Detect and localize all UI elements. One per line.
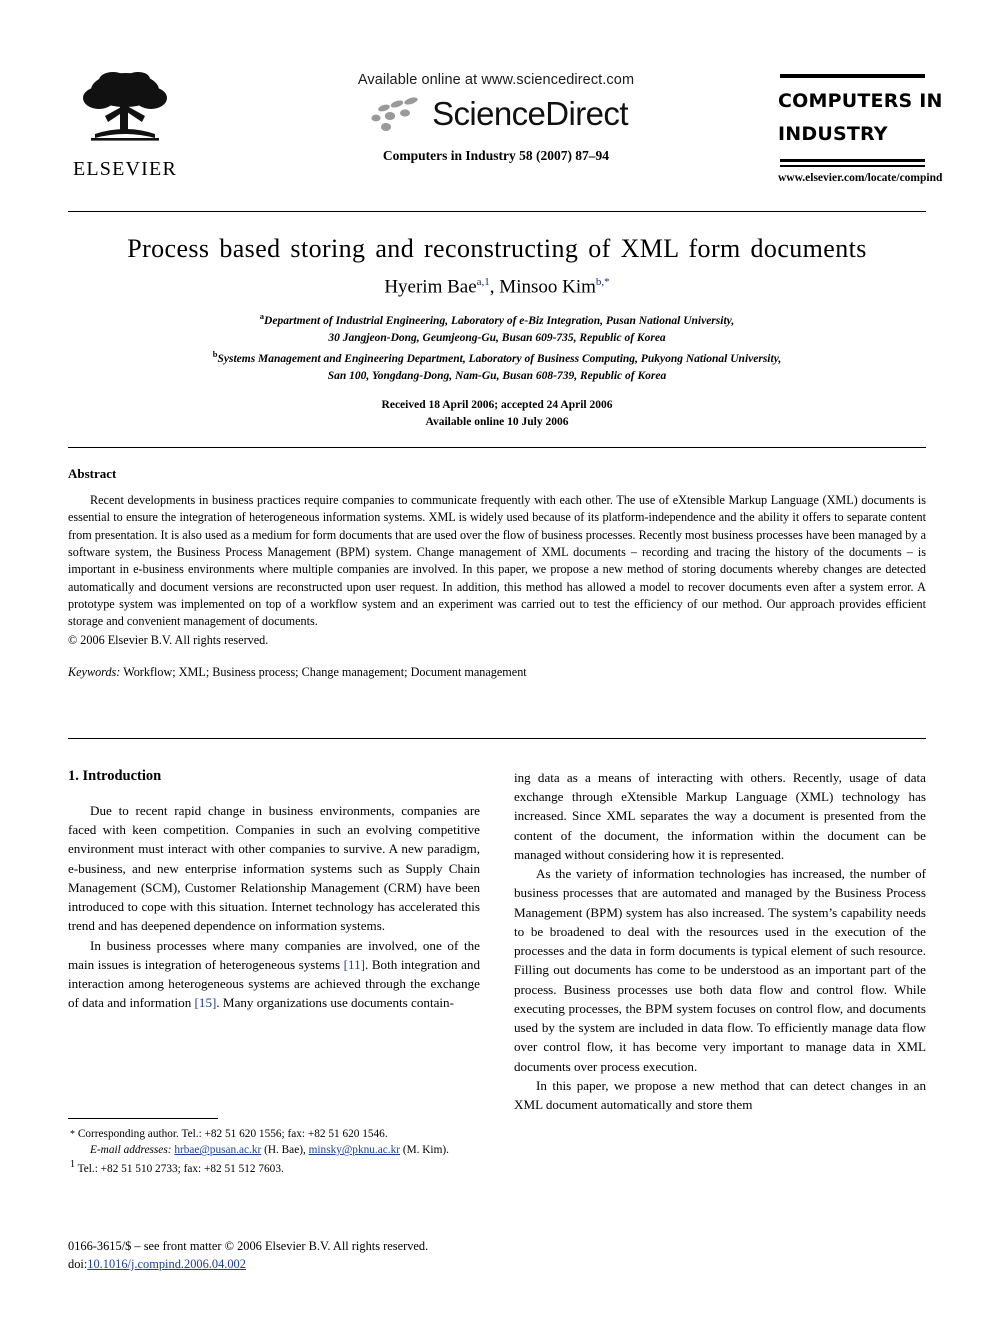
- footnote-corresponding-author: * Corresponding author. Tel.: +82 51 620…: [70, 1128, 388, 1140]
- title-abstract-divider: [68, 447, 926, 448]
- issn-front-matter-line: 0166-3615/$ – see front matter © 2006 El…: [68, 1239, 429, 1253]
- page-title: Process based storing and reconstructing…: [127, 234, 867, 263]
- author-name-2: Minsoo Kim: [499, 276, 596, 298]
- email-link-1[interactable]: hrbae@pusan.ac.kr: [174, 1144, 261, 1156]
- abstract-copyright: © 2006 Elsevier B.V. All rights reserved…: [68, 632, 269, 647]
- affiliation-a-line2: 30 Jangjeon-Dong, Geumjeong-Gu, Busan 60…: [328, 332, 666, 345]
- abstract-section: Abstract Recent developments in business…: [68, 466, 926, 680]
- sciencedirect-swoosh-icon: [364, 94, 426, 134]
- abstract-heading: Abstract: [68, 466, 117, 481]
- doi-link[interactable]: 10.1016/j.compind.2006.04.002: [87, 1257, 246, 1271]
- sciencedirect-wordmark: ScienceDirect: [432, 95, 628, 132]
- citation-ref[interactable]: [15]: [195, 995, 217, 1010]
- column-right: ing data as a means of interacting with …: [514, 768, 926, 1114]
- keywords-line: Keywords: Workflow; XML; Business proces…: [68, 665, 926, 680]
- asterisk-icon: *: [70, 1129, 75, 1140]
- doi-line: doi:10.1016/j.compind.2006.04.002: [68, 1256, 548, 1274]
- journal-article-page: ELSEVIER Available online at www.science…: [0, 0, 992, 1323]
- affiliation-b-line2: San 100, Yongdang-Dong, Nam-Gu, Busan 60…: [327, 369, 667, 382]
- paragraph: In business processes where many compani…: [68, 937, 480, 1011]
- keywords-label: Keywords:: [68, 664, 121, 679]
- publication-dates: Received 18 April 2006; accepted 24 Apri…: [68, 397, 926, 430]
- author-marks-1: a,1: [476, 276, 490, 288]
- abstract-body-divider: [68, 738, 926, 739]
- paragraph: Due to recent rapid change in business e…: [68, 803, 480, 934]
- abstract-body: Recent developments in business practice…: [68, 493, 926, 629]
- elsevier-tree-icon: [75, 66, 175, 156]
- column-left: 1. Introduction Due to recent rapid chan…: [68, 768, 480, 1013]
- sciencedirect-block: Available online at www.sciencedirect.co…: [276, 72, 716, 164]
- footnote-telephone: 1 Tel.: +82 51 510 2733; fax: +82 51 512…: [70, 1159, 284, 1175]
- keywords-value: Workflow; XML; Business process; Change …: [123, 664, 527, 679]
- journal-logo-top-rule: [780, 74, 925, 78]
- paragraph: As the variety of information technologi…: [514, 866, 926, 1074]
- journal-citation-line: Computers in Industry 58 (2007) 87–94: [382, 148, 610, 163]
- journal-logo-line-1: COMPUTERS IN: [778, 90, 943, 112]
- imprint-block: 0166-3615/$ – see front matter © 2006 El…: [68, 1238, 548, 1274]
- available-online-line: Available online 10 July 2006: [425, 415, 569, 428]
- title-block: Process based storing and reconstructing…: [68, 234, 926, 430]
- footnote-rule: [68, 1118, 218, 1119]
- author-name-1: Hyerim Bae: [384, 276, 477, 298]
- masthead: ELSEVIER Available online at www.science…: [0, 0, 992, 212]
- available-online-text: Available online at www.sciencedirect.co…: [357, 72, 635, 88]
- affiliation-a-line1: aDepartment of Industrial Engineering, L…: [259, 311, 735, 328]
- doi-label: doi:: [68, 1256, 88, 1271]
- footnotes-block: * Corresponding author. Tel.: +82 51 620…: [68, 1118, 480, 1177]
- journal-logo: COMPUTERS IN INDUSTRY www.elsevier.com/l…: [778, 74, 943, 184]
- footnote-mark-1: 1: [70, 1159, 75, 1171]
- author-separator: ,: [489, 276, 500, 298]
- email-owner-1: (H. Bae),: [264, 1144, 306, 1157]
- journal-logo-line-2: INDUSTRY: [778, 123, 888, 146]
- elsevier-wordmark: ELSEVIER: [72, 158, 178, 180]
- journal-url: www.elsevier.com/locate/compind: [778, 171, 943, 184]
- masthead-divider: [68, 211, 926, 212]
- email-owner-2: (M. Kim).: [402, 1144, 449, 1157]
- email-addresses-label: E-mail addresses:: [90, 1144, 172, 1157]
- author-list: Hyerim Baea,1, Minsoo Kimb,*: [68, 276, 926, 298]
- citation-ref[interactable]: [11]: [344, 957, 365, 972]
- section-heading-introduction: 1. Introduction: [68, 768, 162, 784]
- affiliation-b-line1: bSystems Management and Engineering Depa…: [212, 348, 782, 365]
- affiliations: aDepartment of Industrial Engineering, L…: [68, 310, 926, 385]
- author-marks-2: b,*: [595, 276, 610, 288]
- paragraph: ing data as a means of interacting with …: [514, 770, 926, 862]
- elsevier-logo: ELSEVIER: [66, 66, 184, 181]
- received-accepted-line: Received 18 April 2006; accepted 24 Apri…: [381, 398, 613, 411]
- footnote-emails: E-mail addresses: hrbae@pusan.ac.kr (H. …: [80, 1142, 480, 1158]
- paragraph: In this paper, we propose a new method t…: [514, 1077, 926, 1112]
- email-link-2[interactable]: minsky@pknu.ac.kr: [309, 1144, 400, 1156]
- journal-logo-bottom-rule: [780, 158, 925, 167]
